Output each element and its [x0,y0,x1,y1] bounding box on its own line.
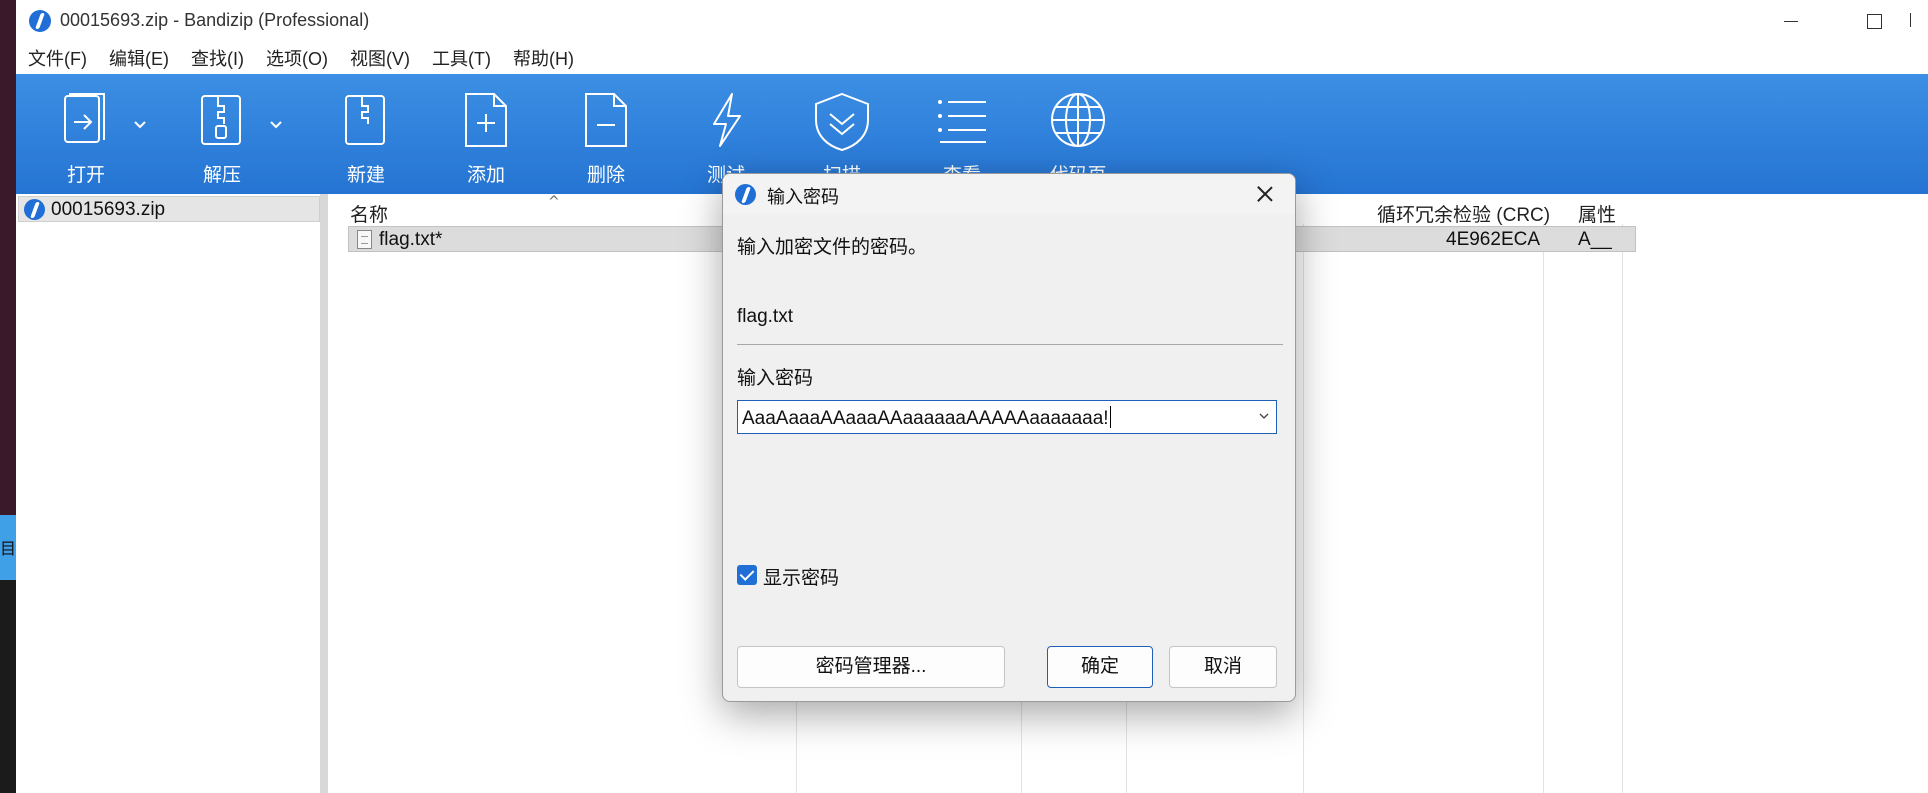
toolbar-extract-label: 解压 [202,164,241,186]
toolbar-new-button[interactable]: 新建 [316,74,416,194]
file-name-cell: flag.txt* [379,229,443,250]
column-divider [1303,224,1304,793]
file-attr-cell: A__ [1578,229,1612,250]
window-title: 00015693.zip - Bandizip (Professional) [60,10,370,30]
folder-tree: 00015693.zip [16,194,328,793]
ok-button[interactable]: 确定 [1047,646,1153,688]
show-password-checkbox[interactable] [737,565,757,585]
menu-file[interactable]: 文件(F) [28,45,87,71]
password-manager-button[interactable]: 密码管理器... [737,646,1005,688]
open-dropdown-icon[interactable] [130,114,150,134]
dialog-title: 输入密码 [767,187,839,207]
lightning-icon [713,93,741,147]
extract-dropdown-icon[interactable] [266,114,286,134]
toolbar-add-label: 添加 [466,164,505,186]
toolbar-extract-button[interactable]: 解压 [172,74,272,194]
toolbar-delete-label: 删除 [586,164,625,186]
file-crc-cell: 4E962ECA [1446,229,1541,250]
dialog-close-button[interactable] [1253,182,1277,206]
maximize-button[interactable] [1846,0,1902,42]
desktop-edge-top [0,0,16,515]
bandizip-logo-icon [735,184,756,205]
column-header-crc[interactable]: 循环冗余检验 (CRC) [1377,200,1550,227]
chevron-down-icon[interactable] [1258,410,1270,422]
bandizip-window: 00015693.zip - Bandizip (Professional) 文… [16,0,1928,793]
password-dialog: 输入密码 输入加密文件的密码。 flag.txt 输入密码 AaaAaaaAAa… [722,173,1296,702]
divider [737,344,1283,345]
shield-icon [815,92,869,152]
column-header-name[interactable]: 名称 [350,200,388,227]
toolbar-delete-button[interactable]: 删除 [556,74,656,194]
title-bar: 00015693.zip - Bandizip (Professional) [16,0,1928,42]
text-file-icon [357,230,372,249]
show-password-label: 显示密码 [763,568,840,589]
column-header-attr[interactable]: 属性 [1578,200,1616,227]
text-caret [1109,406,1111,428]
delete-file-icon [585,93,627,147]
close-window-button[interactable] [1908,0,1928,42]
toolbar-open-button[interactable]: 打开 [36,74,136,194]
globe-icon [1051,93,1105,147]
toolbar-add-button[interactable]: 添加 [436,74,536,194]
password-value: AaaAaaaAAaaaAAaaaaaaAAAAAaaaaaaa! [742,406,1111,429]
sort-ascending-icon: ^ [548,194,560,210]
dialog-message: 输入加密文件的密码。 [737,237,928,258]
menu-find[interactable]: 查找(I) [191,45,244,71]
column-divider [1622,224,1623,793]
menu-options[interactable]: 选项(O) [266,45,328,71]
menu-bar: 文件(F) 编辑(E) 查找(I) 选项(O) 视图(V) 工具(T) 帮助(H… [16,42,1928,74]
dialog-title-bar: 输入密码 [723,174,1295,214]
toolbar-open-label: 打开 [66,164,105,186]
minimize-button[interactable] [1762,0,1818,42]
menu-help[interactable]: 帮助(H) [513,45,574,71]
password-input[interactable]: AaaAaaaAAaaaAAaaaaaaAAAAAaaaaaaa! [737,400,1277,434]
extract-icon [201,95,241,145]
open-icon [64,93,105,143]
list-view-icon [938,100,986,143]
archive-icon [24,199,45,220]
tree-item-archive[interactable]: 00015693.zip [18,196,320,222]
new-archive-icon [345,95,385,145]
desktop-edge-glyph: 目 [0,539,16,558]
password-label: 输入密码 [737,368,814,389]
toolbar-new-label: 新建 [346,164,385,186]
menu-tools[interactable]: 工具(T) [432,45,491,71]
menu-edit[interactable]: 编辑(E) [109,45,169,71]
desktop-edge-bottom [0,580,16,793]
encrypted-file-name: flag.txt [737,306,793,327]
menu-view[interactable]: 视图(V) [350,45,410,71]
column-divider [1543,224,1544,793]
add-file-icon [465,93,507,147]
bandizip-logo-icon [29,10,51,32]
cancel-button[interactable]: 取消 [1169,646,1277,688]
tree-item-label: 00015693.zip [51,199,166,220]
